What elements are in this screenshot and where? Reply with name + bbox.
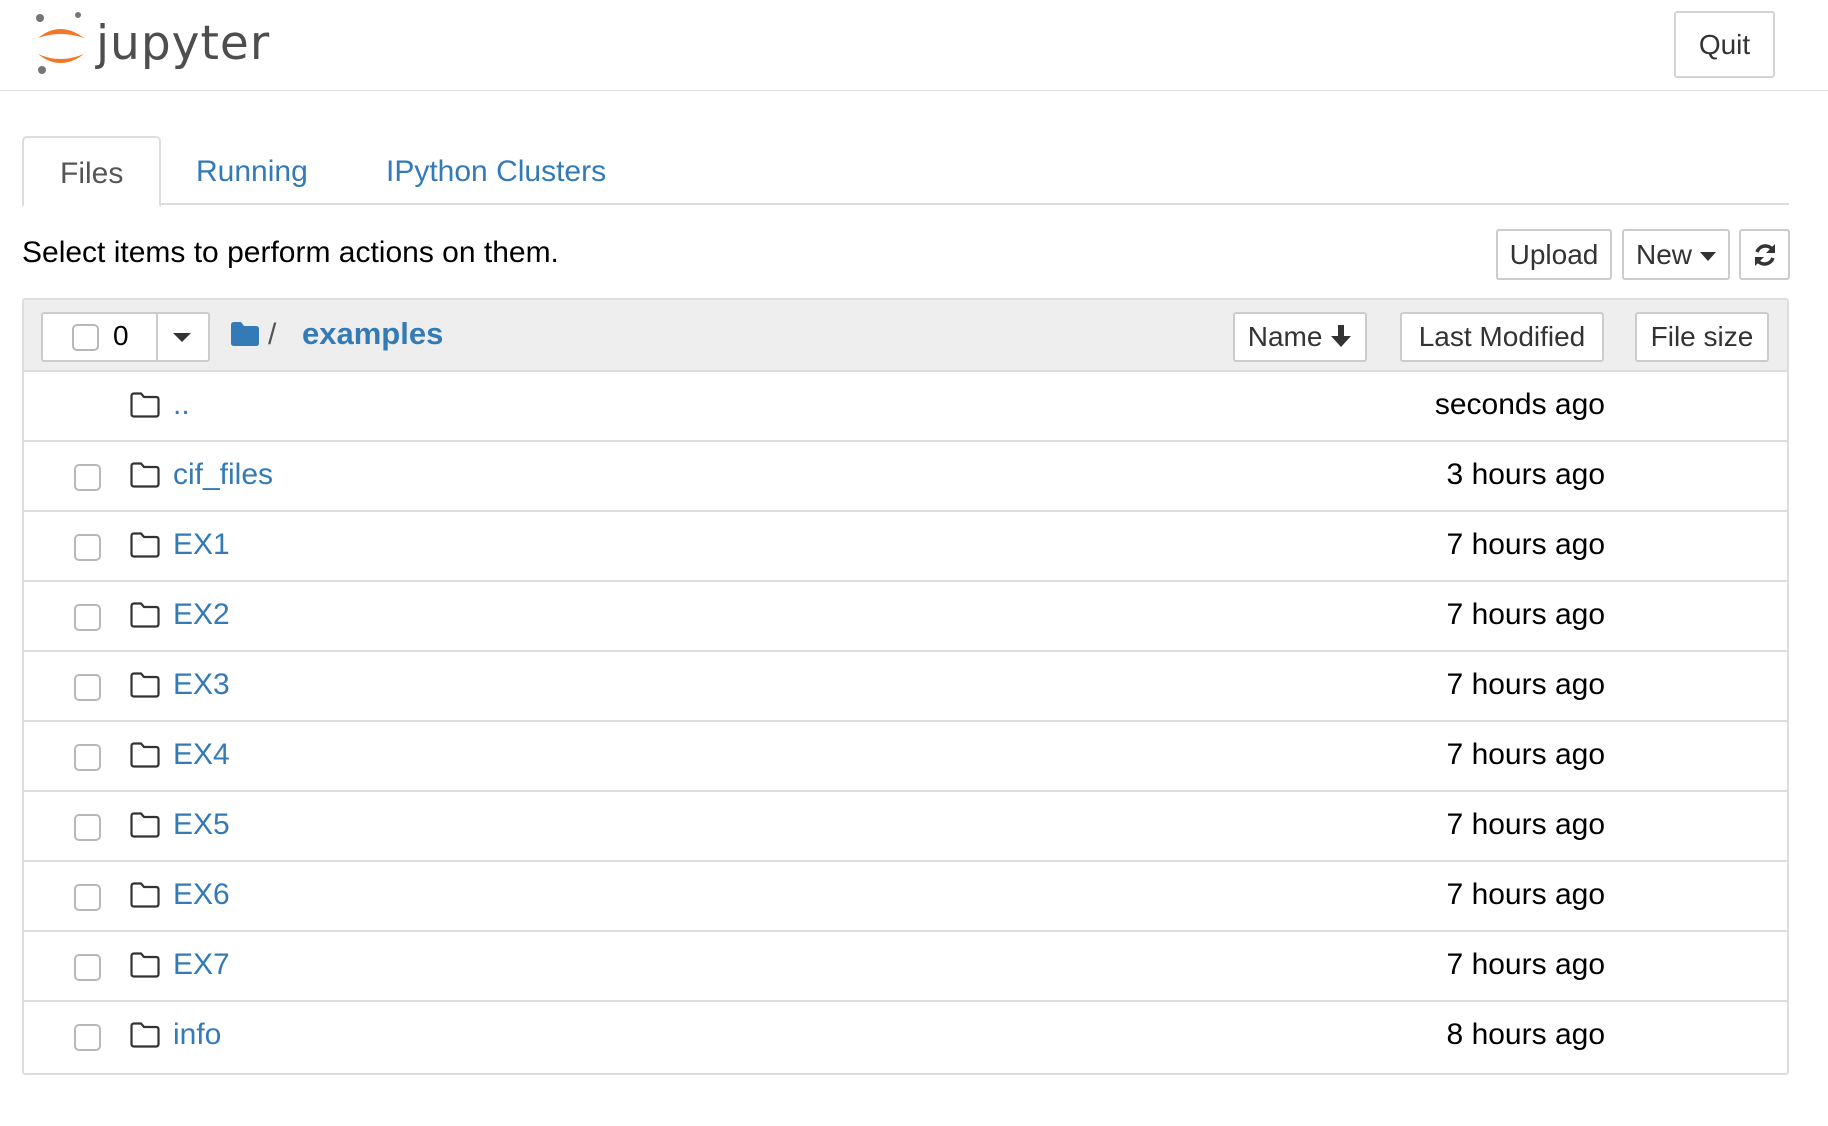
instructions-text: Select items to perform actions on them. [22,236,559,269]
list-item-ex4[interactable]: EX4 7 hours ago [24,720,1787,790]
item-checkbox[interactable] [74,674,101,701]
tab-files[interactable]: Files [22,136,162,207]
folder-icon [130,882,160,908]
sort-by-size-button[interactable]: File size [1635,312,1769,362]
sort-by-name-button[interactable]: Name [1233,312,1367,362]
item-modified: 7 hours ago [1446,808,1605,841]
new-button-label: New [1635,239,1692,270]
tab-ipython-clusters[interactable]: IPython Clusters [350,136,642,205]
item-checkbox[interactable] [74,464,101,491]
folder-icon [130,742,160,768]
item-checkbox[interactable] [74,1024,101,1051]
item-name-link[interactable]: EX1 [173,528,230,562]
item-modified: seconds ago [1434,388,1605,421]
sort-by-modified-button[interactable]: Last Modified [1400,312,1604,362]
chevron-down-icon [1700,252,1716,262]
item-modified: 7 hours ago [1446,668,1605,701]
arrow-down-icon [1331,324,1352,347]
folder-icon [130,952,160,978]
item-modified: 7 hours ago [1446,598,1605,631]
tab-bar: Files Running IPython Clusters [22,136,1789,207]
list-item-ex6[interactable]: EX6 7 hours ago [24,860,1787,930]
item-checkbox[interactable] [74,814,101,841]
item-modified: 3 hours ago [1446,458,1605,491]
select-all-group: 0 [41,312,210,362]
jupyter-logo-icon [36,12,84,74]
list-item-info[interactable]: info 8 hours ago [24,1000,1787,1070]
jupyter-logo[interactable]: jupyter [32,10,292,76]
item-name-link[interactable]: EX5 [173,808,230,842]
list-item-ex3[interactable]: EX3 7 hours ago [24,650,1787,720]
item-modified: 7 hours ago [1446,878,1605,911]
list-item-ex1[interactable]: EX1 7 hours ago [24,510,1787,580]
select-menu-caret-icon[interactable] [173,333,191,342]
select-all-checkbox[interactable] [72,324,99,351]
item-checkbox[interactable] [74,954,101,981]
refresh-button[interactable] [1739,229,1790,280]
item-modified: 7 hours ago [1446,528,1605,561]
item-name-link[interactable]: EX7 [173,948,230,982]
sort-name-label: Name [1247,321,1323,352]
folder-icon[interactable] [231,322,259,346]
folder-icon [130,602,160,628]
new-button[interactable]: New [1622,229,1730,280]
breadcrumb-current-folder[interactable]: examples [302,316,443,352]
tab-running[interactable]: Running [160,136,344,205]
breadcrumb-separator: / [268,318,277,351]
folder-icon [130,462,160,488]
refresh-icon [1754,243,1775,266]
item-checkbox[interactable] [74,604,101,631]
item-checkbox[interactable] [74,744,101,771]
item-name-link[interactable]: .. [173,388,190,422]
folder-icon [130,532,160,558]
item-name-link[interactable]: EX2 [173,598,230,632]
upload-button[interactable]: Upload [1496,229,1612,280]
item-name-link[interactable]: EX3 [173,668,230,702]
file-list: 0 / examples Name Last Modified File siz… [22,298,1789,1075]
folder-icon [130,812,160,838]
selected-count: 0 [113,320,129,351]
folder-icon [130,672,160,698]
item-checkbox[interactable] [74,884,101,911]
quit-button[interactable]: Quit [1674,11,1775,78]
logo-text: jupyter [96,16,271,71]
folder-icon [130,1022,160,1048]
list-item-ex2[interactable]: EX2 7 hours ago [24,580,1787,650]
item-name-link[interactable]: EX6 [173,878,230,912]
item-modified: 7 hours ago [1446,738,1605,771]
item-name-link[interactable]: cif_files [173,458,273,492]
item-modified: 7 hours ago [1446,948,1605,981]
top-header: jupyter Quit [0,0,1828,91]
item-modified: 8 hours ago [1446,1018,1605,1051]
select-group-divider [156,314,158,360]
file-list-header: 0 / examples Name Last Modified File siz… [24,300,1787,372]
folder-open-icon [130,392,160,418]
item-name-link[interactable]: info [173,1018,221,1052]
item-name-link[interactable]: EX4 [173,738,230,772]
list-item-parent[interactable]: .. seconds ago [24,370,1787,440]
list-item-cif-files[interactable]: cif_files 3 hours ago [24,440,1787,510]
item-checkbox[interactable] [74,534,101,561]
list-item-ex7[interactable]: EX7 7 hours ago [24,930,1787,1000]
list-item-ex5[interactable]: EX5 7 hours ago [24,790,1787,860]
